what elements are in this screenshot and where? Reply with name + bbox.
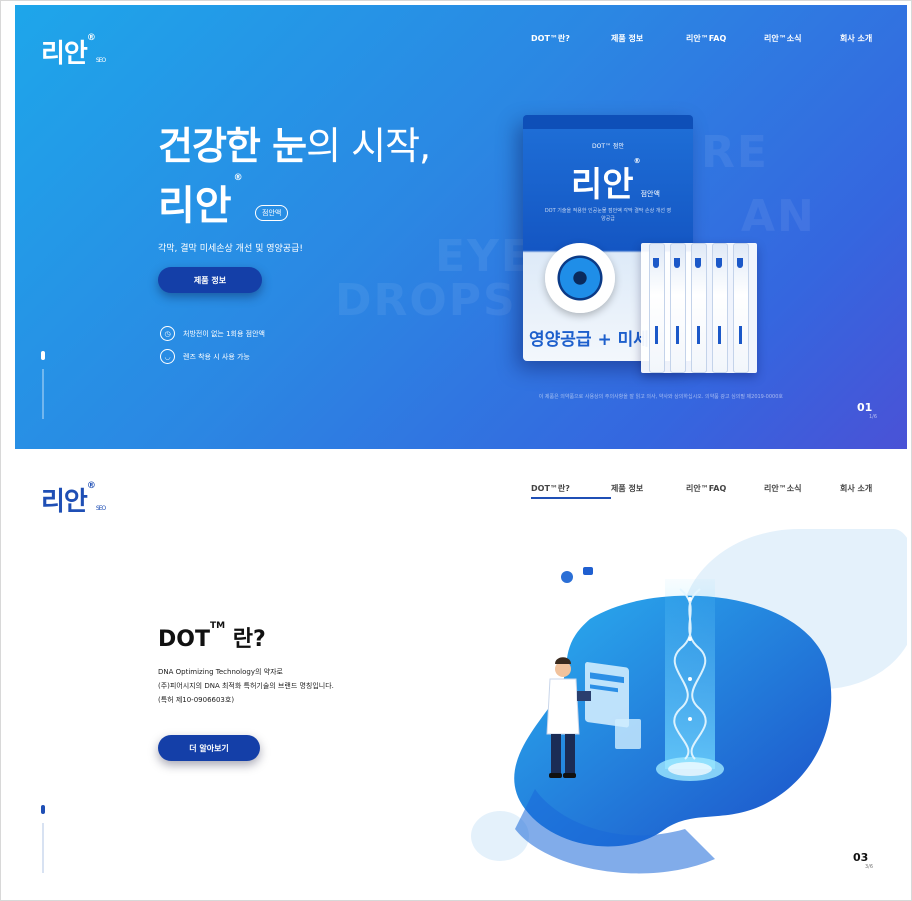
vial (691, 243, 707, 373)
dot-section: 리안®SEO DOT™란? 제품 정보 리안™FAQ 리안™소식 회사 소개 D… (15, 449, 907, 897)
vial (649, 243, 665, 373)
description-line: DNA Optimizing Technology의 약자로 (158, 668, 283, 676)
eye-icon (545, 243, 615, 313)
slide-number: 03 (853, 851, 869, 864)
learn-more-button[interactable]: 더 알아보기 (158, 735, 260, 761)
vial (733, 243, 749, 373)
hero-brand: 리안® (158, 173, 243, 229)
clock-icon: ◷ (160, 326, 175, 341)
slide-total: 3/6 (865, 864, 874, 870)
nav-item-news[interactable]: 리안™소식 (764, 33, 840, 44)
box-description: DOT 기술을 적용한 인공눈물 점안액 각막 결막 손상 개선 영양공급 (544, 208, 672, 222)
hero-headline: 건강한 눈의 시작, (158, 119, 431, 173)
slide-total: 1/6 (869, 414, 878, 420)
brand-text: 리안 (158, 183, 232, 229)
logo-text: 리안 (41, 39, 88, 69)
title-main: DOT (158, 627, 210, 652)
box-name-text: 리안 (571, 165, 634, 205)
description-line: (주)피어시지의 DNA 최적화 특허기술의 브랜드 명칭입니다. (158, 682, 334, 690)
hero-section: EYE DROPS RE AN 리안®SEO DOT™란? 제품 정보 리안™F… (15, 5, 907, 449)
feature-item: ◡ 렌즈 착용 시 사용 가능 (160, 349, 250, 364)
box-name-sub: 점안액 (640, 190, 660, 198)
headline-rest: 의 시작, (306, 124, 431, 168)
vial-pack (641, 243, 757, 373)
page-frame: EYE DROPS RE AN 리안®SEO DOT™란? 제품 정보 리안™F… (0, 0, 912, 901)
feature-item: ◷ 처방전이 없는 1회용 점안액 (160, 326, 265, 341)
nav-item-company[interactable]: 회사 소개 (840, 33, 880, 44)
box-product-name: 리안®점안액 (571, 157, 660, 205)
nav-item-faq[interactable]: 리안™FAQ (686, 33, 764, 44)
nav-item-company[interactable]: 회사 소개 (840, 483, 880, 499)
slide-counter: 03 3/6 (853, 851, 873, 870)
nav-item-product[interactable]: 제품 정보 (611, 483, 686, 499)
title-suffix: 란? (225, 627, 266, 652)
main-nav: DOT™란? 제품 정보 리안™FAQ 리안™소식 회사 소개 (531, 483, 880, 499)
section-title: DOTTM 란? (158, 621, 266, 653)
site-logo[interactable]: 리안®SEO (41, 33, 106, 70)
site-logo[interactable]: 리안®SEO (41, 481, 106, 518)
box-top-band (523, 115, 693, 129)
slide-indicator-dot[interactable] (41, 805, 45, 814)
title-sup: TM (209, 621, 226, 631)
dna-illustration (514, 567, 832, 874)
logo-sub: SEO (95, 505, 106, 512)
slide-indicator-dot[interactable] (41, 351, 45, 360)
bg-word: AN (741, 191, 816, 242)
slide-indicator-track (42, 823, 44, 873)
box-small-label: DOT™ 점안 (592, 143, 624, 150)
slide-number: 01 (857, 401, 873, 414)
logo-text: 리안 (41, 487, 88, 517)
main-nav: DOT™란? 제품 정보 리안™FAQ 리안™소식 회사 소개 (531, 33, 880, 44)
slide-indicator-track (42, 369, 44, 419)
nav-item-faq[interactable]: 리안™FAQ (686, 483, 764, 499)
regulatory-caption: 이 제품은 의약품으로 사용상의 주의사항을 잘 읽고 의사, 약사와 상의하십… (538, 394, 783, 400)
lens-icon: ◡ (160, 349, 175, 364)
section-description: DNA Optimizing Technology의 약자로 (주)피어시지의 … (158, 665, 334, 707)
nav-item-product[interactable]: 제품 정보 (611, 33, 686, 44)
nav-item-news[interactable]: 리안™소식 (764, 483, 840, 499)
nav-active-label: DOT™란? (531, 483, 611, 499)
feature-text: 렌즈 착용 시 사용 가능 (183, 352, 250, 361)
logo-sub: SEO (95, 57, 106, 64)
nav-item-dot[interactable]: DOT™란? (531, 33, 611, 44)
box-bottom-text: 영양공급 + 미세 (529, 330, 649, 350)
slide-counter: 01 1/6 (857, 401, 877, 420)
description-line: (특허 제10-0906603호) (158, 696, 235, 704)
product-info-button[interactable]: 제품 정보 (158, 267, 262, 293)
nav-item-dot[interactable]: DOT™란? (531, 483, 611, 499)
vial (670, 243, 686, 373)
feature-text: 처방전이 없는 1회용 점안액 (183, 329, 265, 338)
headline-bold: 건강한 눈 (158, 124, 307, 168)
hero-subtitle: 각막, 결막 미세손상 개선 및 영양공급! (158, 244, 303, 254)
vial (712, 243, 728, 373)
category-badge: 점안액 (255, 205, 289, 221)
bg-word: DROPS (335, 275, 517, 326)
bg-word: RE (701, 127, 769, 178)
